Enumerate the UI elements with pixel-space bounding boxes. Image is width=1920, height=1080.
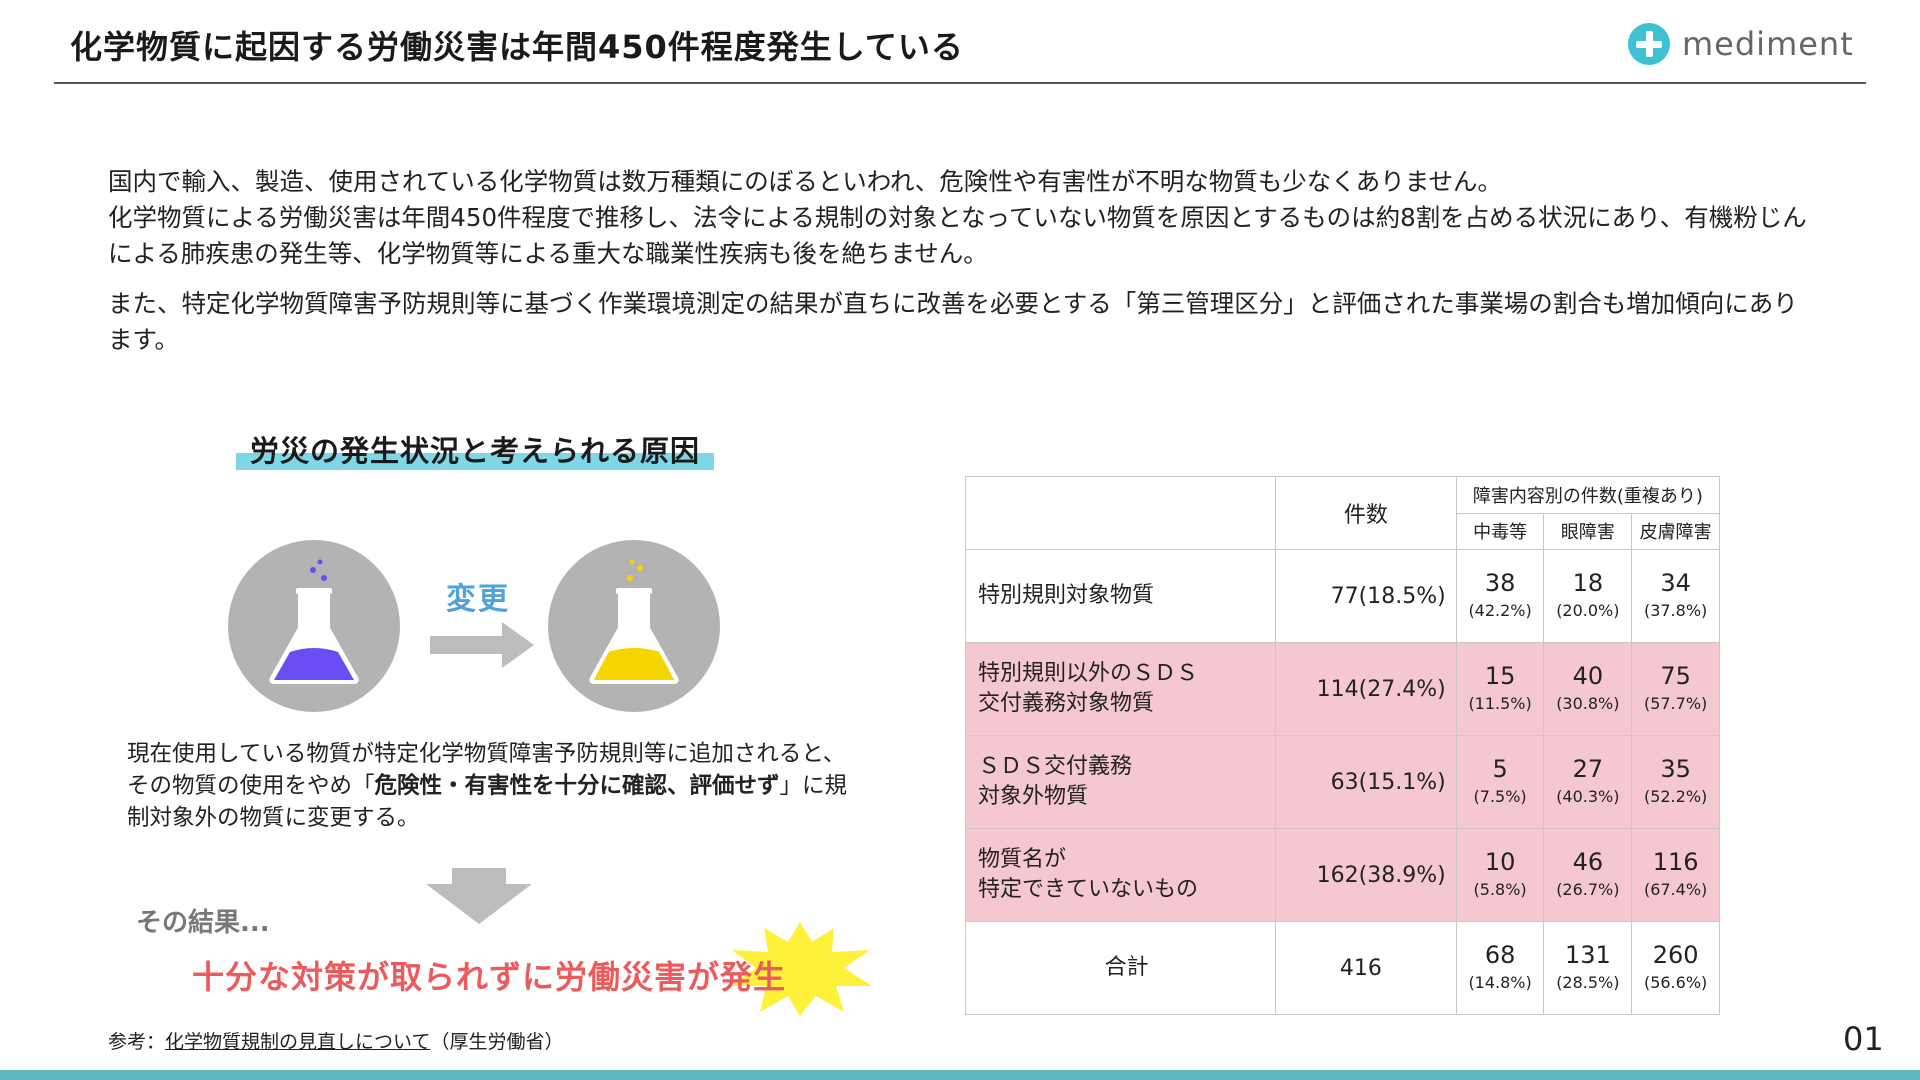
total-count: 416 bbox=[1275, 921, 1457, 1015]
cell-skin: 34 (37.8%) bbox=[1631, 549, 1720, 643]
row-name: 特別規則対象物質 bbox=[964, 549, 1277, 643]
cell-skin: 116 (67.4%) bbox=[1631, 828, 1720, 922]
flask-yellow-icon bbox=[589, 559, 679, 684]
cell-percent: (67.4%) bbox=[1643, 880, 1708, 899]
cell-value: 34 bbox=[1660, 569, 1691, 597]
reference-prefix: 参考： bbox=[108, 1031, 166, 1053]
cell-poisoning: 68 (14.8%) bbox=[1455, 921, 1545, 1015]
arrow-down-icon bbox=[426, 868, 532, 924]
row-count: 77(18.5%) bbox=[1275, 549, 1457, 643]
row-count: 114(27.4%) bbox=[1275, 642, 1457, 736]
brand-logo: mediment bbox=[1628, 22, 1854, 66]
intro-text: 国内で輸入、製造、使用されている化学物質は数万種類にのぼるといわれ、危険性や有害… bbox=[108, 164, 1808, 372]
cell-value: 10 bbox=[1484, 848, 1516, 876]
cell-value: 18 bbox=[1572, 569, 1604, 597]
cell-eye: 27 (40.3%) bbox=[1543, 735, 1633, 829]
result-label: その結果... bbox=[136, 908, 270, 938]
cell-eye: 40 (30.8%) bbox=[1543, 642, 1633, 736]
flask-after-illustration bbox=[548, 540, 720, 712]
row-name-text: 特別規則以外のＳＤＳ 交付義務対象物質 bbox=[978, 661, 1199, 716]
table-total-row: 合計 416 68 (14.8%) 131 (28.5%) 260 (56.6%) bbox=[964, 921, 1720, 1015]
cell-skin: 75 (57.7%) bbox=[1631, 642, 1720, 736]
arrow-right-icon bbox=[430, 622, 534, 668]
cell-percent: (7.5%) bbox=[1473, 787, 1527, 806]
row-count: 162(38.9%) bbox=[1275, 828, 1457, 922]
reference-note: 参考：化学物質規制の見直しについて（厚生労働省） bbox=[108, 1027, 563, 1054]
cell-percent: (20.0%) bbox=[1556, 601, 1620, 620]
row-name-text: 物質名が 特定できていないもの bbox=[978, 847, 1199, 902]
cell-value: 46 bbox=[1572, 848, 1604, 876]
intro-paragraph: 国内で輸入、製造、使用されている化学物質は数万種類にのぼるといわれ、危険性や有害… bbox=[108, 167, 1503, 196]
table-row: ＳＤＳ交付義務 対象外物質 63(15.1%) 5 (7.5%) 27 (40.3%… bbox=[964, 735, 1720, 829]
header-eye: 眼障害 bbox=[1543, 512, 1633, 550]
cell-value: 5 bbox=[1492, 755, 1508, 783]
cell-percent: (5.8%) bbox=[1473, 880, 1527, 899]
cell-percent: (57.7%) bbox=[1643, 694, 1708, 713]
cell-percent: (26.7%) bbox=[1556, 880, 1620, 899]
accident-table: 件数 障害内容別の件数(重複あり) 中毒等 眼障害 皮膚障害 特別規則対象物質 … bbox=[964, 476, 1721, 1015]
cell-percent: (37.8%) bbox=[1643, 601, 1708, 620]
description-emphasis: 危険性・有害性を十分に確認、評価せず bbox=[374, 773, 780, 799]
header-count: 件数 bbox=[1275, 476, 1457, 550]
header-poisoning: 中毒等 bbox=[1455, 512, 1545, 550]
cell-percent: (11.5%) bbox=[1468, 694, 1532, 713]
row-name: ＳＤＳ交付義務 対象外物質 bbox=[964, 735, 1277, 829]
table-corner bbox=[964, 476, 1277, 550]
cause-description: 現在使用している物質が特定化学物質障害予防規則等に追加されると、その物質の使用を… bbox=[127, 738, 867, 834]
cell-poisoning: 5 (7.5%) bbox=[1455, 735, 1545, 829]
cell-value: 15 bbox=[1484, 662, 1516, 690]
cell-percent: (30.8%) bbox=[1556, 694, 1620, 713]
change-label: 変更 bbox=[446, 582, 510, 617]
section-title: 労災の発生状況と考えられる原因 bbox=[236, 428, 715, 470]
cell-poisoning: 38 (42.2%) bbox=[1455, 549, 1545, 643]
table-row: 特別規則以外のＳＤＳ 交付義務対象物質 114(27.4%) 15 (11.5%)… bbox=[964, 642, 1720, 736]
page-number: 01 bbox=[1843, 1020, 1884, 1058]
cell-value: 35 bbox=[1660, 755, 1691, 783]
table-row: 特別規則対象物質 77(18.5%) 38 (42.2%) 18 (20.0%) 3… bbox=[964, 549, 1720, 643]
cell-value: 38 bbox=[1484, 569, 1516, 597]
cell-value: 116 bbox=[1652, 848, 1699, 876]
result-text: 十分な対策が取られずに労働災害が発生 bbox=[192, 958, 787, 996]
cell-percent: (14.8%) bbox=[1468, 973, 1532, 992]
cell-value: 27 bbox=[1572, 755, 1604, 783]
cell-value: 68 bbox=[1484, 941, 1516, 969]
cell-value: 260 bbox=[1652, 941, 1699, 969]
row-name: 特別規則以外のＳＤＳ 交付義務対象物質 bbox=[964, 642, 1277, 736]
intro-paragraph: 化学物質による労働災害は年間450件程度で推移し、法令による規制の対象となってい… bbox=[108, 203, 1807, 268]
cell-eye: 46 (26.7%) bbox=[1543, 828, 1633, 922]
total-label: 合計 bbox=[964, 921, 1277, 1015]
flask-purple-icon bbox=[269, 559, 359, 684]
cell-percent: (42.2%) bbox=[1468, 601, 1532, 620]
cell-skin: 260 (56.6%) bbox=[1631, 921, 1720, 1015]
flask-before-illustration bbox=[228, 540, 400, 712]
cell-poisoning: 15 (11.5%) bbox=[1455, 642, 1545, 736]
cell-eye: 18 (20.0%) bbox=[1543, 549, 1633, 643]
cell-percent: (40.3%) bbox=[1556, 787, 1620, 806]
cell-percent: (52.2%) bbox=[1643, 787, 1708, 806]
cell-percent: (28.5%) bbox=[1556, 973, 1620, 992]
header-divider bbox=[54, 82, 1866, 84]
cell-value: 131 bbox=[1564, 941, 1611, 969]
table-row: 物質名が 特定できていないもの 162(38.9%) 10 (5.8%) 46 (2… bbox=[964, 828, 1720, 922]
plus-logo-icon bbox=[1628, 23, 1670, 65]
header-skin: 皮膚障害 bbox=[1631, 512, 1720, 550]
row-name-text: ＳＤＳ交付義務 対象外物質 bbox=[978, 754, 1133, 809]
cell-percent: (56.6%) bbox=[1643, 973, 1708, 992]
cell-value: 75 bbox=[1660, 662, 1691, 690]
row-name: 物質名が 特定できていないもの bbox=[964, 828, 1277, 922]
row-count: 63(15.1%) bbox=[1275, 735, 1457, 829]
page-title: 化学物質に起因する労働災害は年間450件程度発生している bbox=[70, 28, 964, 66]
header-group: 障害内容別の件数(重複あり) bbox=[1455, 476, 1721, 514]
cell-skin: 35 (52.2%) bbox=[1631, 735, 1720, 829]
reference-link[interactable]: 化学物質規制の見直しについて bbox=[165, 1031, 430, 1053]
cell-poisoning: 10 (5.8%) bbox=[1455, 828, 1545, 922]
reference-suffix: （厚生労働省） bbox=[430, 1031, 564, 1053]
brand-name: mediment bbox=[1682, 25, 1854, 63]
intro-paragraph: また、特定化学物質障害予防規則等に基づく作業環境測定の結果が直ちに改善を必要とす… bbox=[108, 289, 1798, 354]
cell-value: 40 bbox=[1572, 662, 1604, 690]
footer-bar bbox=[0, 1070, 1920, 1080]
cell-eye: 131 (28.5%) bbox=[1543, 921, 1633, 1015]
